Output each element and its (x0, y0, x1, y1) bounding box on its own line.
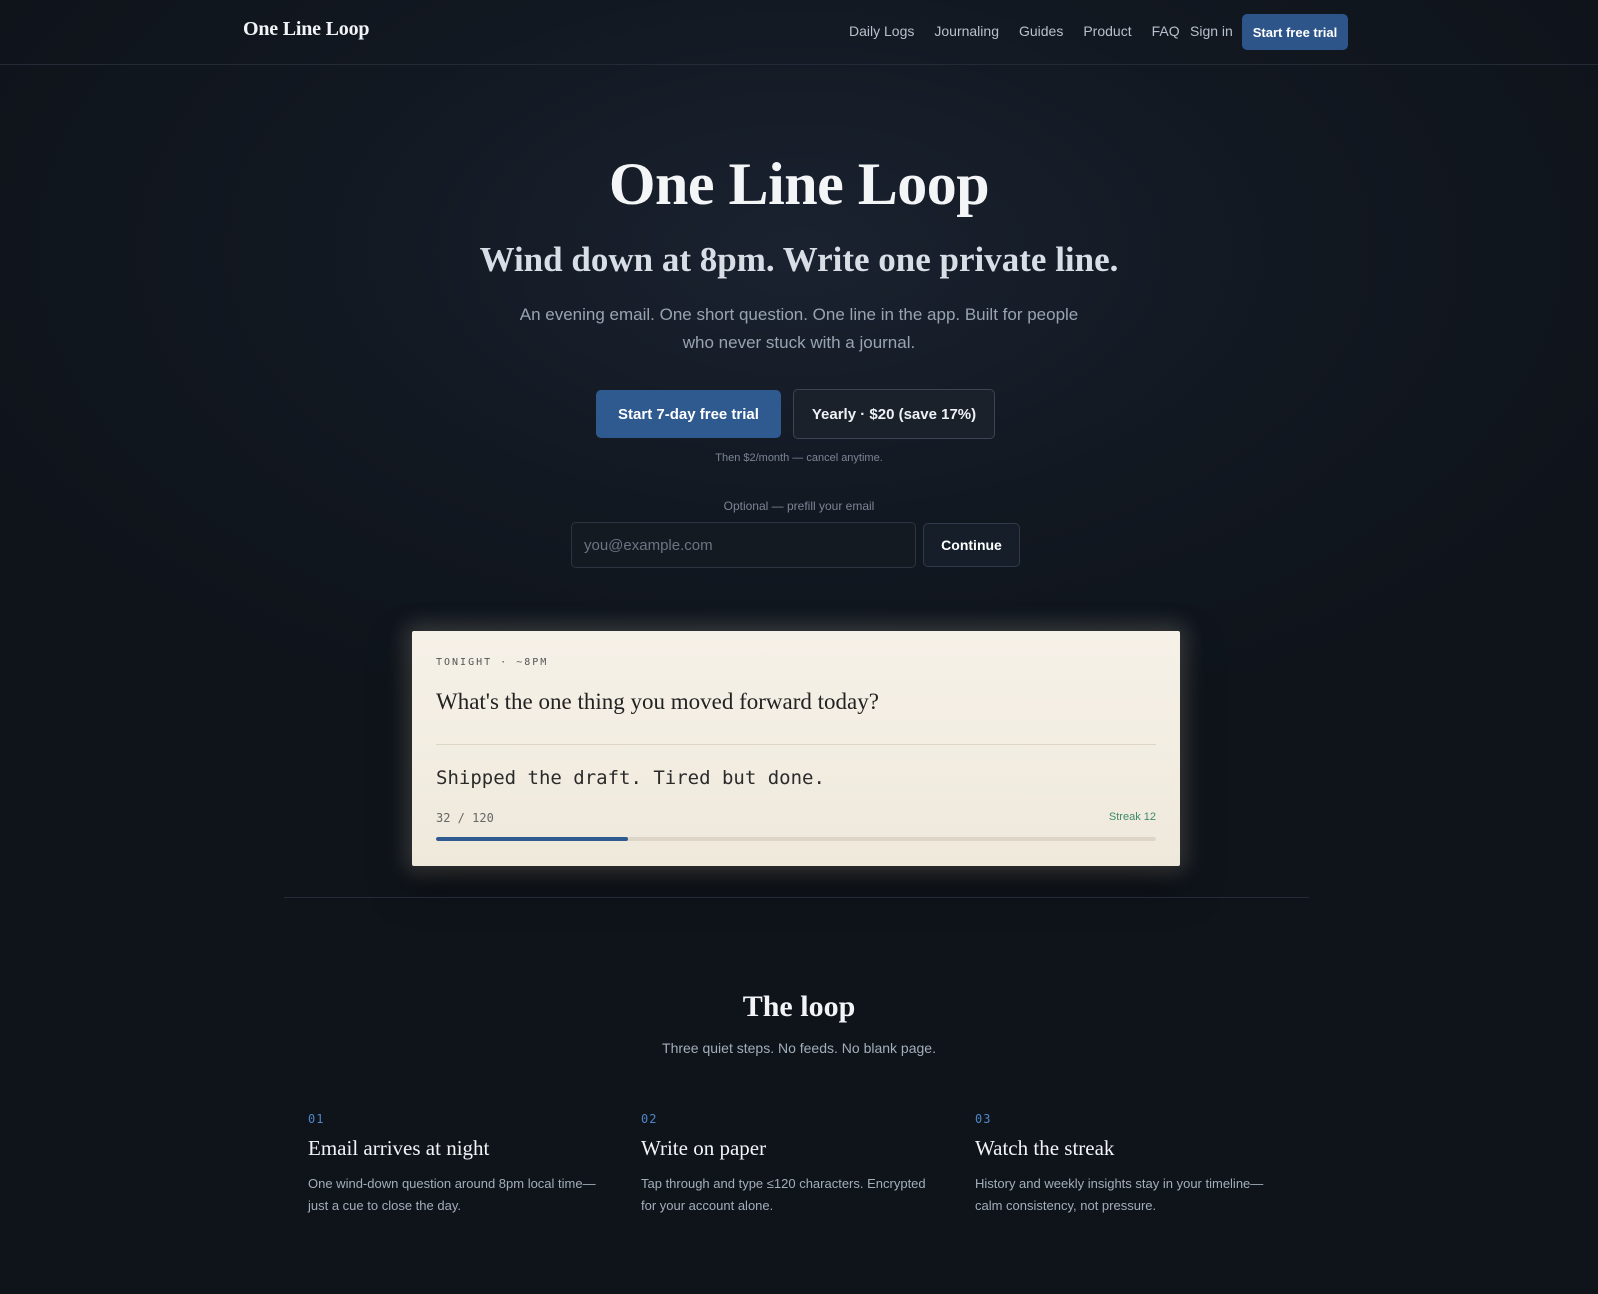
hero-description: An evening email. One short question. On… (519, 305, 1079, 352)
progress-fill (436, 837, 629, 841)
card-divider (436, 744, 1156, 745)
email-input[interactable] (571, 522, 916, 568)
card-question: What's the one thing you moved forward t… (436, 689, 879, 714)
step-title: Watch the streak (975, 1136, 1115, 1160)
step-number: 03 (975, 1112, 992, 1126)
step-1: 01 Email arrives at night One wind-down … (308, 1112, 608, 1217)
brand-logo[interactable]: One Line Loop (243, 18, 370, 41)
nav-links: Daily Logs Journaling Guides Product FAQ (849, 23, 1200, 39)
yearly-plan-button[interactable]: Yearly · $20 (save 17%) (793, 389, 995, 439)
nav-start-trial-button[interactable]: Start free trial (1242, 14, 1348, 50)
top-nav: One Line Loop Daily Logs Journaling Guid… (0, 0, 1598, 65)
step-description: Tap through and type ≤120 characters. En… (641, 1176, 926, 1213)
step-2: 02 Write on paper Tap through and type ≤… (641, 1112, 941, 1217)
step-title: Email arrives at night (308, 1136, 490, 1160)
price-note: Then $2/month — cancel anytime. (715, 452, 883, 464)
nav-link-faq[interactable]: FAQ (1152, 23, 1180, 39)
progress-bar (436, 837, 1156, 841)
card-answer: Shipped the draft. Tired but done. (436, 767, 825, 789)
character-count: 32 / 120 (436, 811, 494, 825)
loop-subtitle: Three quiet steps. No feeds. No blank pa… (662, 1040, 936, 1056)
streak-badge: Streak 12 (1108, 811, 1156, 823)
sign-in-link[interactable]: Sign in (1190, 23, 1233, 39)
step-number: 02 (641, 1112, 658, 1126)
step-title: Write on paper (641, 1136, 767, 1160)
step-3: 03 Watch the streak History and weekly i… (975, 1112, 1275, 1217)
step-description: One wind-down question around 8pm local … (308, 1176, 596, 1213)
start-trial-button[interactable]: Start 7-day free trial (596, 390, 781, 438)
nav-link-guides[interactable]: Guides (1019, 23, 1063, 39)
hero-title: One Line Loop (608, 151, 990, 217)
hero-subtitle: Wind down at 8pm. Write one private line… (479, 240, 1119, 279)
continue-button[interactable]: Continue (923, 523, 1020, 567)
step-number: 01 (308, 1112, 325, 1126)
prefill-label: Optional — prefill your email (723, 499, 875, 513)
preview-card: TONIGHT · ~8PM What's the one thing you … (412, 631, 1180, 866)
section-divider (284, 897, 1309, 898)
loop-title: The loop (742, 990, 856, 1023)
card-kicker: TONIGHT · ~8PM (436, 657, 549, 668)
nav-link-daily-logs[interactable]: Daily Logs (849, 23, 914, 39)
step-description: History and weekly insights stay in your… (975, 1176, 1264, 1213)
nav-link-product[interactable]: Product (1083, 23, 1131, 39)
nav-link-journaling[interactable]: Journaling (934, 23, 999, 39)
